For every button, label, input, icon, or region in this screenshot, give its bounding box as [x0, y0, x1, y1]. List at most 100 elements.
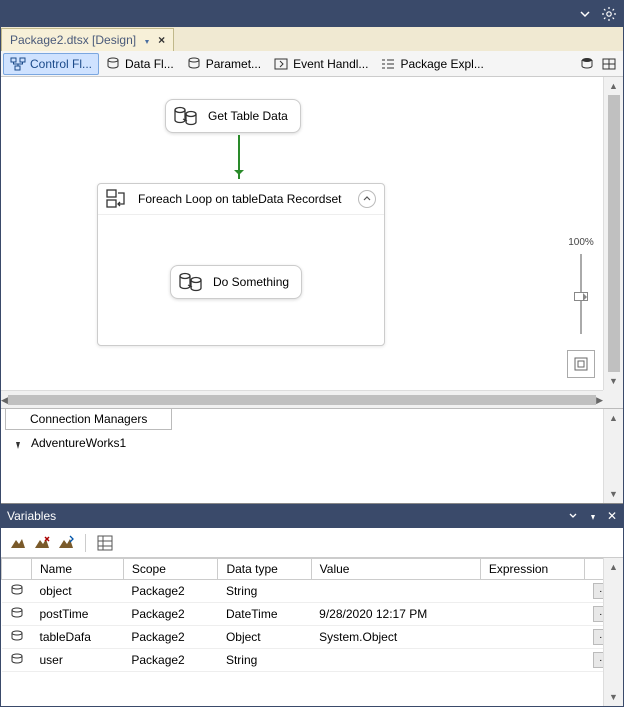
collapse-button[interactable]	[358, 190, 376, 208]
control-flow-icon	[10, 57, 26, 71]
cell-data-type: DateTime	[218, 603, 311, 626]
zoom-fit-button[interactable]	[567, 350, 595, 378]
scroll-down-button[interactable]: ▼	[604, 372, 623, 390]
table-row[interactable]: postTimePackage2DateTime9/28/2020 12:17 …	[2, 603, 623, 626]
variables-toolbar	[1, 528, 623, 558]
connection-managers-body[interactable]: AdventureWorks1	[1, 430, 623, 480]
toolbox-icon[interactable]	[601, 57, 617, 71]
vertical-scrollbar[interactable]: ▲ ▼	[603, 77, 623, 390]
cell-value[interactable]: 9/28/2020 12:17 PM	[311, 603, 480, 626]
close-icon[interactable]: ✕	[607, 509, 617, 523]
move-variable-icon[interactable]	[57, 534, 75, 552]
table-row[interactable]: tableDafaPackage2ObjectSystem.Object...	[2, 626, 623, 649]
tab-package-explorer[interactable]: Package Expl...	[374, 54, 489, 74]
tab-parameters[interactable]: Paramet...	[180, 54, 267, 74]
table-row[interactable]: objectPackage2String...	[2, 580, 623, 603]
scroll-left-button[interactable]: ◀	[1, 391, 8, 408]
nav-label: Paramet...	[206, 57, 261, 71]
data-flow-icon	[105, 57, 121, 71]
container-header: Foreach Loop on tableData Recordset	[98, 184, 384, 215]
nav-label: Data Fl...	[125, 57, 174, 71]
zoom-label: 100%	[568, 237, 594, 248]
cell-expression[interactable]	[480, 649, 584, 672]
cell-scope: Package2	[123, 603, 218, 626]
nav-label: Event Handl...	[293, 57, 368, 71]
scroll-down-button[interactable]: ▼	[604, 485, 623, 503]
variable-icon	[10, 584, 24, 596]
cell-data-type: String	[218, 580, 311, 603]
table-row[interactable]: userPackage2String...	[2, 649, 623, 672]
scroll-corner	[603, 390, 623, 408]
delete-variable-icon[interactable]	[33, 534, 51, 552]
variables-panel: Variables ✕ Name Scope Data type Value E…	[1, 503, 623, 706]
cell-expression[interactable]	[480, 603, 584, 626]
col-value[interactable]: Value	[311, 559, 480, 580]
scroll-right-button[interactable]: ▶	[596, 391, 603, 408]
container-body[interactable]: Do Something	[98, 215, 384, 345]
zoom-slider[interactable]	[580, 254, 582, 334]
scroll-thumb[interactable]	[8, 395, 596, 405]
zoom-control: 100%	[567, 237, 595, 378]
variable-icon	[10, 653, 24, 665]
dropdown-icon[interactable]	[567, 509, 579, 521]
connection-managers-tab[interactable]: Connection Managers	[5, 409, 172, 430]
pin-icon[interactable]	[587, 509, 599, 521]
connection-item[interactable]: AdventureWorks1	[11, 436, 613, 450]
variables-title-bar: Variables ✕	[1, 504, 623, 528]
foreach-loop-container[interactable]: Foreach Loop on tableData Recordset Do S…	[97, 183, 385, 346]
connection-name: AdventureWorks1	[31, 436, 126, 450]
grid-options-icon[interactable]	[96, 534, 114, 552]
cell-value[interactable]	[311, 580, 480, 603]
task-label: Do Something	[213, 275, 289, 289]
col-data-type[interactable]: Data type	[218, 559, 311, 580]
scroll-up-button[interactable]: ▲	[604, 558, 623, 576]
variables-table: Name Scope Data type Value Expression ob…	[1, 558, 623, 672]
gear-icon[interactable]	[601, 6, 617, 22]
scroll-down-button[interactable]: ▼	[604, 688, 623, 706]
cell-expression[interactable]	[480, 580, 584, 603]
close-icon[interactable]: ×	[158, 33, 165, 47]
scroll-up-button[interactable]: ▲	[604, 409, 623, 427]
variables-title: Variables	[7, 509, 56, 523]
col-scope[interactable]: Scope	[123, 559, 218, 580]
scroll-thumb[interactable]	[608, 95, 620, 372]
task-do-something[interactable]: Do Something	[170, 265, 302, 299]
parameters-icon	[186, 57, 202, 71]
cell-expression[interactable]	[480, 626, 584, 649]
zoom-handle[interactable]	[574, 292, 588, 301]
tab-control-flow[interactable]: Control Fl...	[3, 53, 99, 75]
cell-name: object	[32, 580, 124, 603]
dropdown-icon[interactable]	[577, 6, 593, 22]
horizontal-scrollbar[interactable]: ◀ ▶	[1, 390, 603, 408]
col-name[interactable]: Name	[32, 559, 124, 580]
nav-label: Control Fl...	[30, 57, 92, 71]
cell-scope: Package2	[123, 649, 218, 672]
document-tab-strip: Package2.dtsx [Design] ×	[1, 27, 623, 51]
task-get-table-data[interactable]: Get Table Data	[165, 99, 301, 133]
cm-vertical-scrollbar[interactable]: ▲ ▼	[603, 409, 623, 503]
variables-toggle-icon[interactable]	[579, 57, 595, 71]
design-canvas[interactable]: Get Table Data Foreach Loop on tableData…	[1, 77, 623, 408]
tab-data-flow[interactable]: Data Fl...	[99, 54, 180, 74]
design-canvas-wrap: Get Table Data Foreach Loop on tableData…	[1, 77, 623, 408]
connection-icon	[11, 436, 25, 450]
fit-icon	[573, 356, 589, 372]
cell-data-type: String	[218, 649, 311, 672]
cell-value[interactable]: System.Object	[311, 626, 480, 649]
loop-icon	[104, 188, 130, 210]
cell-data-type: Object	[218, 626, 311, 649]
pin-icon[interactable]	[142, 35, 152, 45]
cm-tab-label: Connection Managers	[30, 412, 147, 426]
col-expression[interactable]: Expression	[480, 559, 584, 580]
cell-name: tableDafa	[32, 626, 124, 649]
document-tab[interactable]: Package2.dtsx [Design] ×	[1, 28, 174, 51]
cell-name: postTime	[32, 603, 124, 626]
add-variable-icon[interactable]	[9, 534, 27, 552]
cell-name: user	[32, 649, 124, 672]
variables-vertical-scrollbar[interactable]: ▲ ▼	[603, 558, 623, 706]
title-bar	[1, 1, 623, 27]
tab-event-handlers[interactable]: Event Handl...	[267, 54, 374, 74]
scroll-up-button[interactable]: ▲	[604, 77, 623, 95]
precedence-arrow[interactable]	[238, 135, 240, 179]
cell-value[interactable]	[311, 649, 480, 672]
